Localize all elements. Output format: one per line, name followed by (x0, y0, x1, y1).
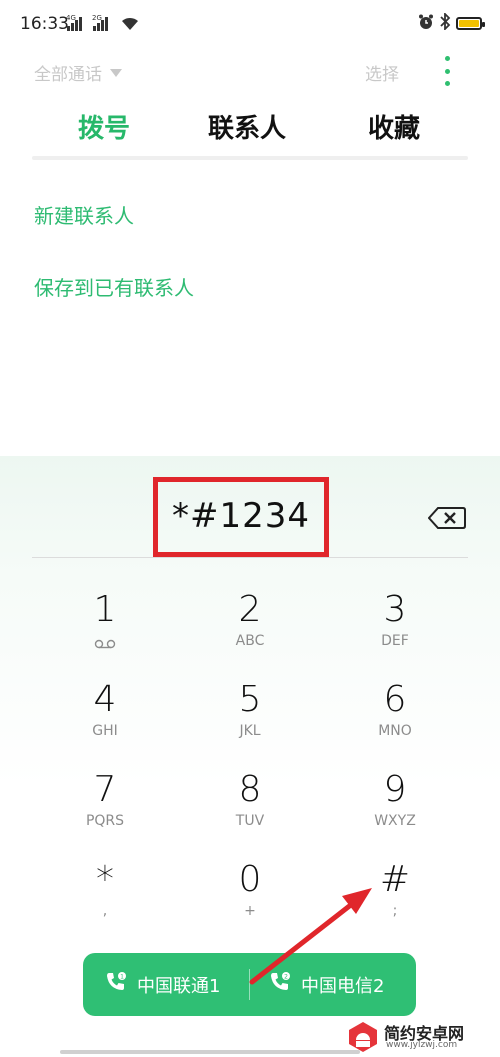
call-sim1-button[interactable]: 1 中国联通1 (105, 953, 220, 1016)
key-digit: 5 (238, 679, 262, 720)
tab-divider (32, 156, 468, 160)
call-separator (249, 969, 250, 1000)
key-letters: + (244, 903, 256, 919)
phone-sim1-icon: 1 (105, 971, 127, 998)
call-sim1-label: 中国联通1 (137, 975, 221, 997)
select-button[interactable]: 选择 (365, 60, 399, 85)
status-right-icons (418, 11, 485, 34)
android-logo-icon (349, 1022, 377, 1052)
key-digit: 3 (383, 589, 407, 630)
key-0[interactable]: 0 + (190, 860, 310, 940)
svg-text:2: 2 (284, 974, 288, 981)
dialed-number: *#1234 (171, 496, 310, 536)
call-sim2-button[interactable]: 2 中国电信2 (269, 953, 384, 1016)
key-letters: TUV (235, 813, 265, 829)
key-4[interactable]: 4 GHI (45, 680, 165, 760)
call-bar: 1 中国联通1 2 中国电信2 (83, 953, 416, 1016)
key-digit: 8 (238, 769, 262, 810)
call-sim2-label: 中国电信2 (301, 975, 385, 997)
dial-divider (32, 557, 468, 558)
key-digit: 7 (93, 769, 117, 810)
new-contact-link[interactable]: 新建联系人 (34, 200, 134, 229)
top-bar: 全部通话 选择 (0, 52, 500, 92)
key-1[interactable]: 1 (45, 590, 165, 670)
key-letters: ; (392, 903, 398, 919)
key-9[interactable]: 9 WXYZ (335, 770, 455, 850)
wifi-icon (120, 15, 140, 35)
key-letters: JKL (239, 723, 261, 739)
key-letters: MNO (378, 723, 412, 739)
call-filter-dropdown[interactable]: 全部通话 (34, 60, 122, 85)
chevron-down-icon (110, 68, 122, 77)
watermark: 简约安卓网 www.jylzwj.com (344, 1020, 498, 1054)
watermark-url: www.jylzwj.com (386, 1040, 458, 1050)
key-star[interactable]: * , (45, 860, 165, 940)
key-digit: * (96, 859, 114, 900)
key-digit: 4 (93, 679, 117, 720)
key-letters: DEF (381, 633, 409, 649)
sim1-network-label: 4G (66, 14, 76, 22)
key-digit: 2 (238, 589, 262, 630)
key-letters: , (102, 903, 108, 919)
bluetooth-icon (439, 11, 451, 34)
key-digit: 9 (383, 769, 407, 810)
svg-text:1: 1 (120, 974, 124, 981)
key-2[interactable]: 2 ABC (190, 590, 310, 670)
status-time: 16:33 (20, 14, 69, 34)
tab-contacts[interactable]: 联系人 (208, 108, 286, 145)
home-indicator (60, 1050, 360, 1054)
save-to-existing-contact-link[interactable]: 保存到已有联系人 (34, 272, 194, 301)
tab-dial[interactable]: 拨号 (78, 108, 130, 145)
sim1-signal-icon: 4G (66, 14, 84, 36)
key-digit: 1 (93, 589, 117, 630)
more-icon[interactable] (440, 56, 454, 86)
key-letters: WXYZ (374, 813, 416, 829)
sim2-signal-icon: 2G (92, 14, 110, 36)
alarm-icon (418, 14, 434, 34)
status-bar: 16:33 4G 2G (0, 0, 500, 50)
tab-bar: 拨号 联系人 收藏 (32, 104, 468, 154)
call-filter-label: 全部通话 (34, 65, 102, 85)
battery-icon (456, 17, 485, 30)
backspace-icon[interactable] (427, 507, 466, 529)
key-digit: # (379, 859, 411, 900)
tab-favorites[interactable]: 收藏 (368, 108, 420, 145)
key-hash[interactable]: # ; (335, 860, 455, 940)
dial-pad: *#1234 1 2 ABC 3 DEF 4 GHI 5 JKL 6 MNO 7… (0, 456, 500, 1057)
key-digit: 0 (238, 859, 262, 900)
key-letters: PQRS (85, 813, 125, 829)
highlight-box: *#1234 (153, 477, 329, 557)
key-3[interactable]: 3 DEF (335, 590, 455, 670)
key-letters: GHI (92, 723, 118, 739)
key-digit: 6 (383, 679, 407, 720)
key-7[interactable]: 7 PQRS (45, 770, 165, 850)
key-5[interactable]: 5 JKL (190, 680, 310, 760)
key-letters: ABC (235, 633, 265, 649)
key-8[interactable]: 8 TUV (190, 770, 310, 850)
voicemail-icon (94, 634, 116, 653)
sim2-network-label: 2G (92, 14, 102, 22)
phone-sim2-icon: 2 (269, 971, 291, 998)
key-6[interactable]: 6 MNO (335, 680, 455, 760)
